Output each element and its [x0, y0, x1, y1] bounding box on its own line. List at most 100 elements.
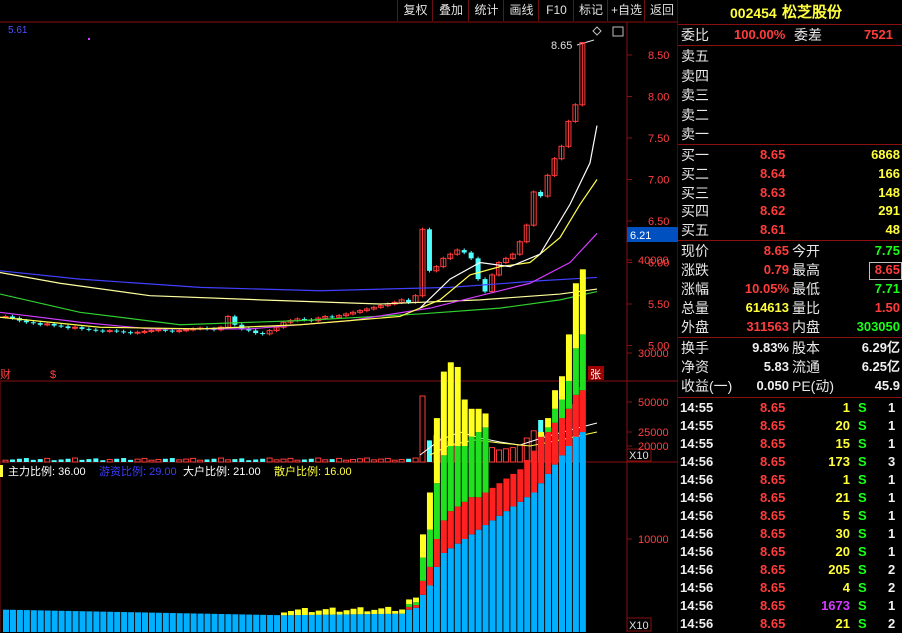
vol-bar [72, 457, 78, 463]
toolbar-btn-4[interactable]: F10 [538, 0, 574, 21]
vol-bar [350, 458, 356, 463]
quote-label: 最高 [792, 262, 820, 278]
price-tick: 8.50 [648, 50, 669, 62]
ratio-bar [23, 610, 30, 632]
candle [183, 329, 190, 332]
ratio-bar [392, 610, 399, 614]
tick-time: 14:56 [680, 490, 714, 505]
ratio-bar [371, 614, 378, 632]
dollar-marker[interactable]: $ [50, 369, 56, 381]
vol-bar [58, 459, 64, 462]
ratio-bar [322, 609, 329, 615]
ratio-bar [301, 614, 308, 632]
bottom-tick: 10000 [638, 534, 669, 546]
ratio-bar [315, 610, 322, 615]
ratio-bar [454, 506, 461, 544]
vol-bar [148, 459, 155, 463]
tick-row: 14:56 8.65 173 S 3 [678, 453, 902, 471]
weibi-row: 委比 100.00% 委差 7521 [678, 26, 902, 44]
highlight-box [869, 262, 902, 280]
ratio-bar [447, 446, 454, 512]
quote-label: 最低 [792, 281, 820, 297]
toolbar-btn-0[interactable]: 复权 [397, 0, 433, 21]
quote-label: 流通 [792, 359, 820, 375]
ratio-bar [440, 371, 447, 456]
toolbar-btn-3[interactable]: 画线 [503, 0, 539, 21]
vol-bar [176, 459, 183, 463]
quote-value: 10.05% [744, 281, 789, 296]
ratio-bar [385, 613, 392, 632]
candle [128, 332, 134, 334]
tick-volume: 1673 [821, 598, 850, 613]
ratio-bar [364, 614, 371, 632]
ratio-bar [100, 611, 107, 632]
tick-time: 14:56 [680, 562, 714, 577]
quote-label: 涨幅 [681, 281, 709, 297]
quote-row: 总量 614613 量比 1.50 [678, 299, 902, 317]
ratio-bar [545, 473, 552, 632]
ratio-bar [531, 450, 538, 493]
toolbar-btn-1[interactable]: 叠加 [432, 0, 469, 21]
zhangting-marker[interactable]: 张 [590, 368, 601, 381]
toolbar-btn-6[interactable]: +自选 [607, 0, 645, 21]
tick-count: 2 [888, 616, 896, 631]
tick-time: 14:55 [680, 418, 714, 433]
caibao-marker[interactable]: 财 [0, 367, 11, 381]
ratio-bar [538, 483, 545, 632]
ratio-bar [447, 511, 454, 549]
ratio-bar [204, 613, 211, 632]
sell-label: 卖五 [681, 48, 709, 64]
tick-side: S [858, 472, 867, 487]
vol-bar [363, 457, 370, 463]
ratio-bar [357, 614, 364, 632]
ratio-bar [426, 529, 433, 567]
bottom-multiplier: X10 [629, 620, 649, 632]
quote-value: 0.050 [756, 378, 789, 393]
ratio-bar [579, 269, 586, 335]
ratio-legend-3: 散户比例: 16.00 [274, 464, 352, 478]
ratio-bar [461, 446, 468, 502]
ratio-bar [378, 608, 385, 614]
tick-price: 8.65 [760, 526, 786, 541]
ratio-bar [482, 525, 489, 632]
tick-side: S [858, 544, 867, 559]
ratio-bar [315, 614, 322, 632]
buy-price: 8.63 [760, 184, 786, 200]
window-icon[interactable] [612, 26, 624, 37]
tick-count: 1 [888, 436, 896, 451]
ratio-bar [281, 615, 287, 632]
toolbar-btn-7[interactable]: 返回 [644, 0, 679, 21]
tick-row: 14:56 8.65 21 S 1 [678, 489, 902, 507]
quote-value: 6.29亿 [861, 340, 900, 355]
ratio-bar [350, 614, 357, 632]
ratio-bar [121, 612, 128, 632]
ratio-bar [433, 483, 440, 539]
ratio-bar [433, 418, 440, 484]
ratio-bar [218, 614, 225, 632]
candle [538, 191, 544, 197]
vol-bar [301, 459, 307, 462]
ratio-bar [565, 334, 572, 381]
buy-row: 买五 8.61 48 [678, 221, 902, 239]
kline-chart-area[interactable]: 8.508.007.507.006.506.005.505.006.215.61… [0, 0, 678, 632]
toolbar-btn-2[interactable]: 统计 [468, 0, 504, 21]
ratio-bar [503, 511, 510, 632]
candle [106, 330, 113, 333]
vol-bar [294, 459, 301, 463]
vol-bar [114, 458, 120, 462]
tick-time: 14:56 [680, 544, 714, 559]
tick-volume: 30 [835, 526, 850, 541]
tick-volume: 15 [835, 436, 850, 451]
ratio-bar [162, 612, 169, 632]
tick-side: S [858, 418, 867, 433]
ratio-bar [552, 422, 559, 465]
ratio-bar [183, 613, 190, 632]
sell-label: 卖四 [681, 67, 709, 84]
ratio-bar [274, 615, 281, 632]
tick-row: 14:56 8.65 4 S 2 [678, 579, 902, 597]
buy-row: 买一 8.65 6868 [678, 146, 902, 164]
ratio-bar [447, 548, 454, 632]
tick-side: S [858, 508, 867, 523]
toolbar-btn-5[interactable]: 标记 [573, 0, 608, 21]
ratio-bar [399, 609, 406, 614]
